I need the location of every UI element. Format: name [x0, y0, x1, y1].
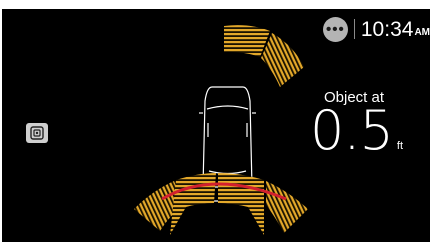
status-bar: ••• 10:34 AM	[322, 13, 430, 45]
clock-time: 10:34	[360, 17, 414, 41]
rear-zone-far-right	[266, 181, 308, 233]
distance-value: 0.5	[310, 99, 394, 162]
rear-zone-left	[170, 173, 216, 235]
rear-sensor-zones	[134, 173, 308, 235]
clock-ampm: AM	[414, 26, 430, 38]
front-sensor-zones	[224, 25, 304, 87]
distance-readout: Object at 0.5 ft	[308, 89, 418, 158]
clock: 10:34 AM	[361, 19, 430, 40]
rear-zone-right	[218, 173, 264, 235]
more-options-button[interactable]: •••	[322, 16, 348, 42]
status-divider	[353, 19, 355, 39]
distance-unit: ft	[396, 140, 404, 152]
camera-view-button[interactable]	[26, 123, 48, 143]
parking-camera-icon	[30, 126, 44, 140]
readout-value: 0.5 ft	[308, 104, 418, 158]
front-zone-right	[261, 33, 304, 87]
parking-sensor-screen: ••• 10:34 AM Object at 0.5 ft	[2, 9, 430, 242]
front-zone-center	[224, 25, 270, 57]
